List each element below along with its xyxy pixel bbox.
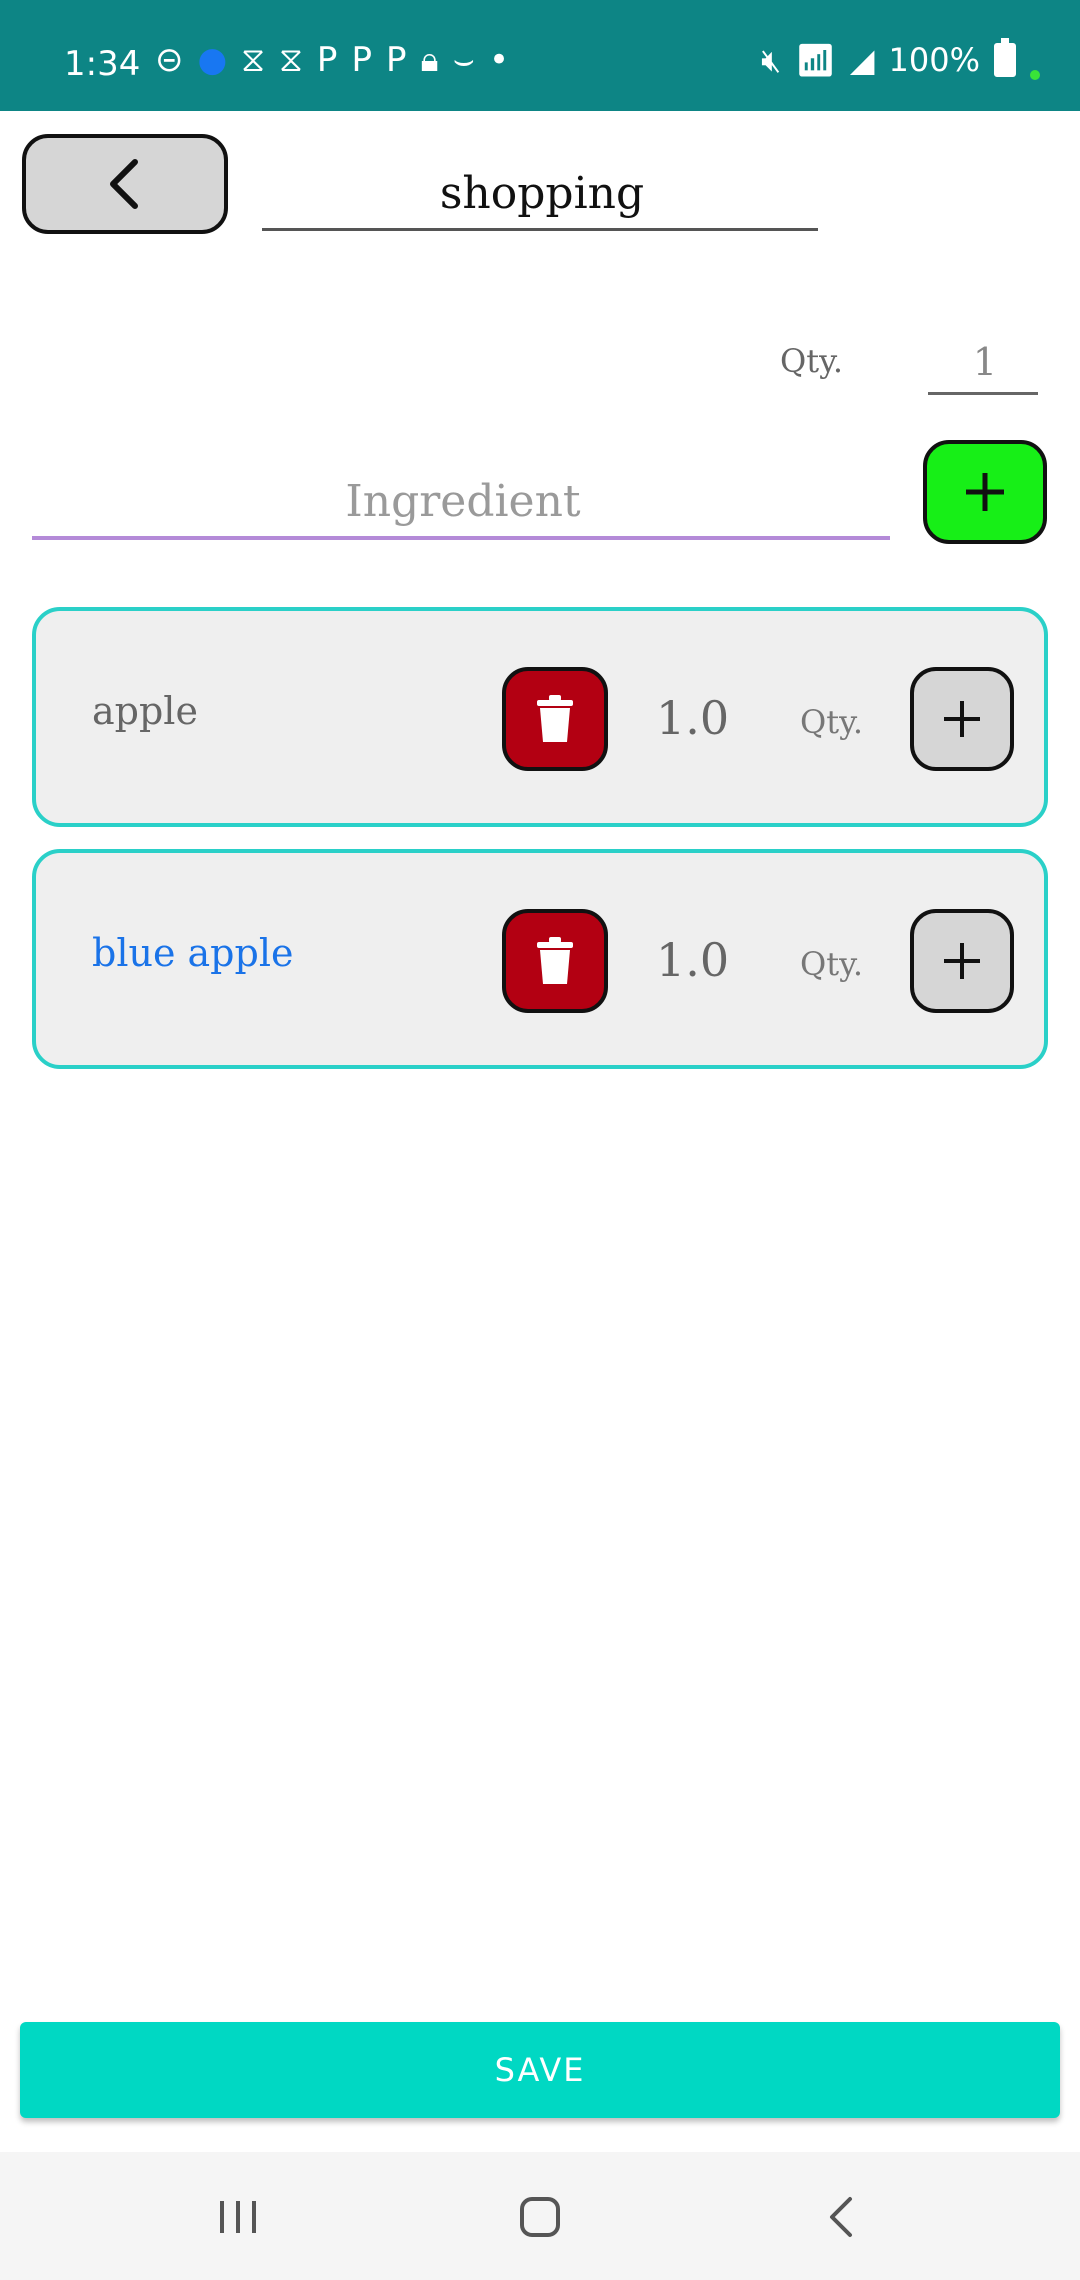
back-nav-button[interactable] (802, 2182, 882, 2252)
battery-icon (994, 38, 1016, 77)
do-not-disturb-icon: ⊝ (155, 40, 184, 80)
p-icon-3: P (385, 40, 407, 80)
ingredient-list: apple 1.0 Qty. blue apple 1.0 Qty. (32, 607, 1048, 1091)
quantity-label: Qty. (780, 342, 844, 380)
status-time: 1:34 (64, 44, 141, 84)
capcut-icon: ⧖ (241, 40, 266, 80)
recent-apps-icon (220, 2201, 256, 2233)
item-quantity-label: Qty. (800, 945, 864, 983)
list-item: apple 1.0 Qty. (32, 607, 1048, 827)
back-arrow-icon (830, 2197, 852, 2237)
increase-quantity-button[interactable] (910, 667, 1014, 771)
status-bar: 1:34 ⊝ ● ⧖ ⧖ P P P 🔒︎ ⌣ • 🔇︎ 📶︎ ◢ 100% (0, 0, 1080, 111)
plus-icon (944, 701, 980, 737)
item-name[interactable]: apple (92, 689, 198, 733)
wifi-icon: 📶︎ (795, 41, 836, 79)
facebook-icon: ● (197, 40, 228, 80)
mute-icon: 🔇︎ (761, 40, 782, 79)
item-quantity: 1.0 (656, 691, 730, 745)
delete-item-button[interactable] (502, 909, 608, 1013)
item-name[interactable]: blue apple (92, 931, 293, 975)
list-title-field (262, 156, 822, 231)
quantity-input[interactable] (928, 330, 1042, 394)
home-icon (520, 2197, 560, 2237)
trash-icon (537, 937, 573, 984)
increase-quantity-button[interactable] (910, 909, 1014, 1013)
ingredient-input[interactable] (32, 464, 894, 538)
trash-icon (537, 695, 573, 742)
ingredient-field (32, 464, 894, 540)
battery-percent: 100% (888, 41, 980, 79)
item-quantity: 1.0 (656, 933, 730, 987)
list-title-input[interactable] (262, 156, 822, 230)
quantity-field (928, 330, 1042, 395)
system-icons: 🔇︎ 📶︎ ◢ 100% (761, 38, 1040, 80)
home-button[interactable] (500, 2182, 580, 2252)
notification-icons: ⊝ ● ⧖ ⧖ P P P 🔒︎ ⌣ • (155, 40, 509, 80)
chevron-left-icon (110, 159, 138, 209)
back-button[interactable] (22, 134, 228, 234)
delete-item-button[interactable] (502, 667, 608, 771)
lock-icon: 🔒︎ (420, 40, 439, 80)
more-notifications-icon: • (488, 40, 509, 80)
system-navigation-bar (0, 2152, 1080, 2280)
item-quantity-label: Qty. (800, 703, 864, 741)
capcut-icon-2: ⧖ (279, 40, 303, 80)
add-ingredient-button[interactable] (923, 440, 1047, 544)
plus-icon (944, 943, 980, 979)
p-icon: P (316, 40, 338, 80)
signal-icon: ◢ (849, 41, 875, 79)
amazon-icon: ⌣ (452, 40, 475, 80)
save-button[interactable]: SAVE (20, 2022, 1060, 2118)
plus-icon (966, 473, 1004, 511)
list-item: blue apple 1.0 Qty. (32, 849, 1048, 1069)
privacy-indicator-icon (1030, 70, 1040, 80)
recent-apps-button[interactable] (198, 2182, 278, 2252)
p-icon-2: P (351, 40, 372, 80)
